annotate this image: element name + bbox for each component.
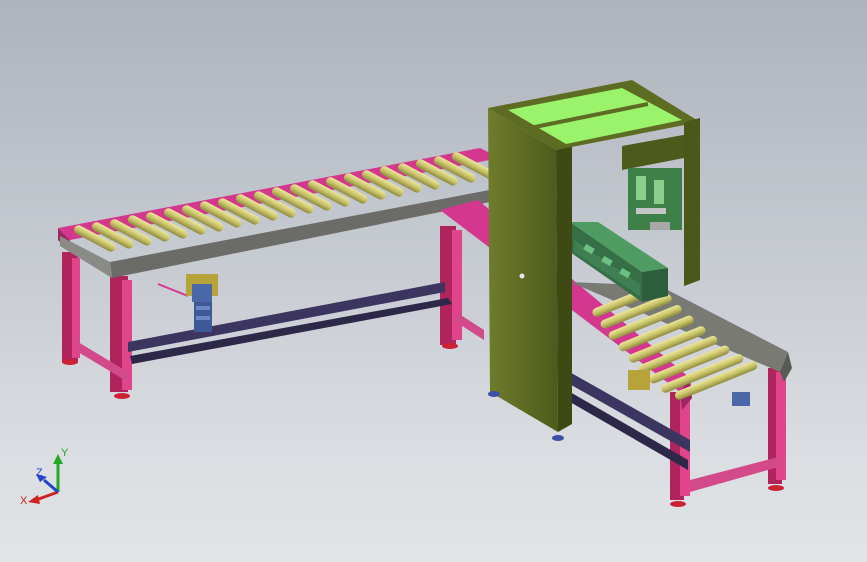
left-conveyor-frame — [62, 226, 484, 399]
foot-pad — [768, 485, 784, 491]
leveling-foot — [488, 391, 500, 397]
foot-pad — [114, 393, 130, 399]
left-drive-motor[interactable] — [186, 274, 218, 332]
cad-3d-viewport[interactable]: Y X Z — [0, 0, 867, 562]
foot-pad — [670, 501, 686, 507]
y-axis-label: Y — [61, 447, 69, 459]
coordinate-triad: Y X Z — [20, 447, 69, 507]
x-axis-label: X — [20, 495, 28, 507]
z-axis-label: Z — [36, 467, 43, 479]
cabinet-mechanism — [628, 168, 682, 230]
z-axis-arrow — [43, 478, 59, 494]
left-conveyor[interactable] — [58, 148, 500, 399]
conveyor-assembly-model[interactable] — [0, 0, 867, 562]
foot-pad — [62, 359, 78, 365]
foot-pad — [442, 343, 458, 349]
leveling-foot — [552, 435, 564, 441]
x-axis-arrow — [35, 490, 59, 502]
